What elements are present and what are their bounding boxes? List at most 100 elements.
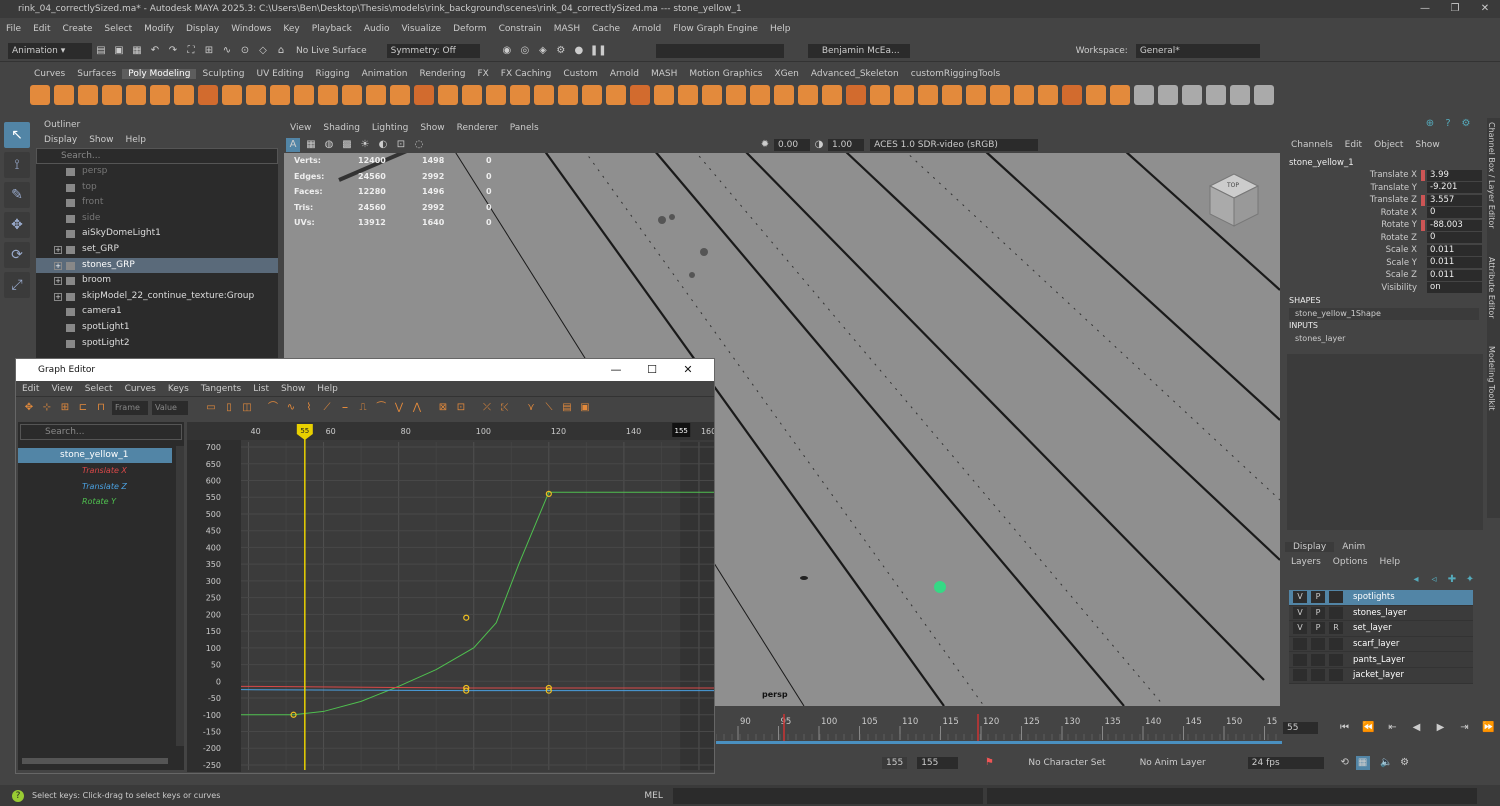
play-forward-icon[interactable]: ▶ <box>1430 721 1450 735</box>
layer-r-toggle[interactable] <box>1329 606 1343 619</box>
snap-grid-icon[interactable]: ⊞ <box>202 44 216 58</box>
shelf-tool-icon[interactable] <box>294 85 314 105</box>
viewport-menu-shading[interactable]: Shading <box>323 123 360 133</box>
ge-maximize-icon[interactable]: ☐ <box>634 359 670 381</box>
step-forward-frame-icon[interactable]: ⇥ <box>1454 721 1474 735</box>
outliner-item[interactable]: top <box>36 180 278 196</box>
input-name[interactable]: stones_layer <box>1289 333 1479 345</box>
menu-mash[interactable]: MASH <box>554 24 580 34</box>
channel-attr-value[interactable]: 3.557 <box>1427 194 1482 206</box>
frame-playback-icon[interactable]: ▯ <box>222 401 236 415</box>
channel-box-settings-icon[interactable]: ⚙ <box>1459 117 1473 131</box>
layer-v-toggle[interactable] <box>1293 669 1307 682</box>
isolate-icon[interactable]: ⊡ <box>394 138 408 152</box>
viewport-menu-view[interactable]: View <box>290 123 311 133</box>
channel-attr-row[interactable]: Scale Z 0.011 <box>1285 269 1485 282</box>
layer-r-toggle[interactable] <box>1329 591 1343 604</box>
shelf-tool-icon[interactable] <box>702 85 722 105</box>
unify-tangent-icon[interactable]: ⋀ <box>410 401 424 415</box>
wireframe-icon[interactable]: ▦ <box>304 138 318 152</box>
shelf-tool-icon[interactable] <box>726 85 746 105</box>
step-forward-key-icon[interactable]: ⏩ <box>1478 721 1498 735</box>
cb-menu-object[interactable]: Object <box>1374 140 1403 150</box>
layer-p-toggle[interactable] <box>1311 669 1325 682</box>
shelf-tool-icon[interactable] <box>54 85 74 105</box>
viewport-menu-panels[interactable]: Panels <box>510 123 539 133</box>
shelf-tab-animation[interactable]: Animation <box>356 69 414 79</box>
render-icon[interactable]: ◎ <box>518 44 532 58</box>
shelf-tool-icon[interactable] <box>1062 85 1082 105</box>
menu-constrain[interactable]: Constrain <box>499 24 542 34</box>
symmetry-dropdown[interactable]: Symmetry: Off <box>386 43 480 58</box>
shelf-tool-icon[interactable] <box>198 85 218 105</box>
spline-tangent-icon[interactable]: ∿ <box>284 401 298 415</box>
shelf-tool-icon[interactable] <box>30 85 50 105</box>
range-end-field[interactable]: 155 <box>882 757 908 769</box>
minimize-icon[interactable]: — <box>1410 0 1440 18</box>
menu-cache[interactable]: Cache <box>592 24 620 34</box>
shelf-tool-icon[interactable] <box>1134 85 1154 105</box>
ge-left-scrollbar[interactable] <box>176 446 184 746</box>
layer-p-toggle[interactable] <box>1311 638 1325 651</box>
retime-icon[interactable]: ⊓ <box>94 401 108 415</box>
side-tab[interactable]: Channel Box / Layer Editor <box>1487 118 1496 233</box>
channel-box-pin-icon[interactable]: ⊕ <box>1423 117 1437 131</box>
normalize-icon[interactable]: ⋎ <box>524 401 538 415</box>
layer-row[interactable]: V P Rset_layer <box>1289 621 1473 637</box>
menu-visualize[interactable]: Visualize <box>401 24 441 34</box>
mel-command-input[interactable] <box>672 787 983 804</box>
shelf-tool-icon[interactable] <box>102 85 122 105</box>
ipr-icon[interactable]: ◈ <box>536 44 550 58</box>
shelf-tab-rigging[interactable]: Rigging <box>309 69 355 79</box>
channel-attr-value[interactable]: -9.201 <box>1427 182 1482 194</box>
camera-attr-icon[interactable]: A <box>286 137 300 152</box>
shelf-tool-icon[interactable] <box>438 85 458 105</box>
layer-p-toggle[interactable] <box>1311 653 1325 666</box>
shelf-tool-icon[interactable] <box>318 85 338 105</box>
shelf-tab-sculpting[interactable]: Sculpting <box>196 69 250 79</box>
outliner-item[interactable]: side <box>36 211 278 227</box>
shelf-tool-icon[interactable] <box>846 85 866 105</box>
shelf-tool-icon[interactable] <box>606 85 626 105</box>
step-back-frame-icon[interactable]: ⇤ <box>1382 721 1402 735</box>
play-back-icon[interactable]: ◀ <box>1406 721 1426 735</box>
undo-icon[interactable]: ↶ <box>148 44 162 58</box>
shelf-tool-icon[interactable] <box>1206 85 1226 105</box>
break-tangent-icon[interactable]: ⋁ <box>392 401 406 415</box>
quick-search-field[interactable] <box>655 43 784 58</box>
shelf-tool-icon[interactable] <box>870 85 890 105</box>
shelf-tool-icon[interactable] <box>1038 85 1058 105</box>
new-scene-icon[interactable]: ▤ <box>94 44 108 58</box>
channel-attr-row[interactable]: Translate Z 3.557 <box>1285 194 1485 207</box>
outliner-item[interactable]: aiSkyDomeLight1 <box>36 226 278 242</box>
lasso-tool-icon[interactable]: ⟟ <box>4 152 30 178</box>
channel-attr-row[interactable]: Visibility on <box>1285 282 1485 295</box>
layer-move-down-icon[interactable]: ◃ <box>1427 573 1441 587</box>
layer-v-toggle[interactable]: V <box>1293 591 1307 604</box>
shelf-tab-curves[interactable]: Curves <box>28 69 71 79</box>
snap-curve-icon[interactable]: ∿ <box>220 44 234 58</box>
menu-deform[interactable]: Deform <box>453 24 486 34</box>
menu-audio[interactable]: Audio <box>364 24 390 34</box>
shelf-tool-icon[interactable] <box>462 85 482 105</box>
layer-row[interactable]: pants_Layer <box>1289 652 1473 668</box>
workspace-dropdown[interactable]: General* <box>1135 43 1260 58</box>
outliner-item[interactable]: spotLight2 <box>36 336 278 352</box>
time-slider[interactable]: 90 95 100 105 110 115 120 125 130 135 140 145 150 15 <box>715 710 1282 746</box>
channel-attr-value[interactable]: 0.011 <box>1427 269 1482 281</box>
shelf-tool-icon[interactable] <box>246 85 266 105</box>
clamped-tangent-icon[interactable]: ⌇ <box>302 401 316 415</box>
region-icon[interactable]: ⊏ <box>76 401 90 415</box>
shelf-tool-icon[interactable] <box>1014 85 1034 105</box>
menu-edit[interactable]: Edit <box>33 24 50 34</box>
menu-file[interactable]: File <box>6 24 21 34</box>
lattice-icon[interactable]: ⊞ <box>58 401 72 415</box>
snap-point-icon[interactable]: ⊙ <box>238 44 252 58</box>
layer-v-toggle[interactable]: V <box>1293 606 1307 619</box>
layer-p-toggle[interactable]: P <box>1311 606 1325 619</box>
shelf-tool-icon[interactable] <box>1110 85 1130 105</box>
channel-attr-value[interactable]: -88.003 <box>1427 219 1482 231</box>
layer-r-toggle[interactable] <box>1329 638 1343 651</box>
layer-v-toggle[interactable] <box>1293 638 1307 651</box>
shelf-tab-fx[interactable]: FX <box>471 69 494 79</box>
